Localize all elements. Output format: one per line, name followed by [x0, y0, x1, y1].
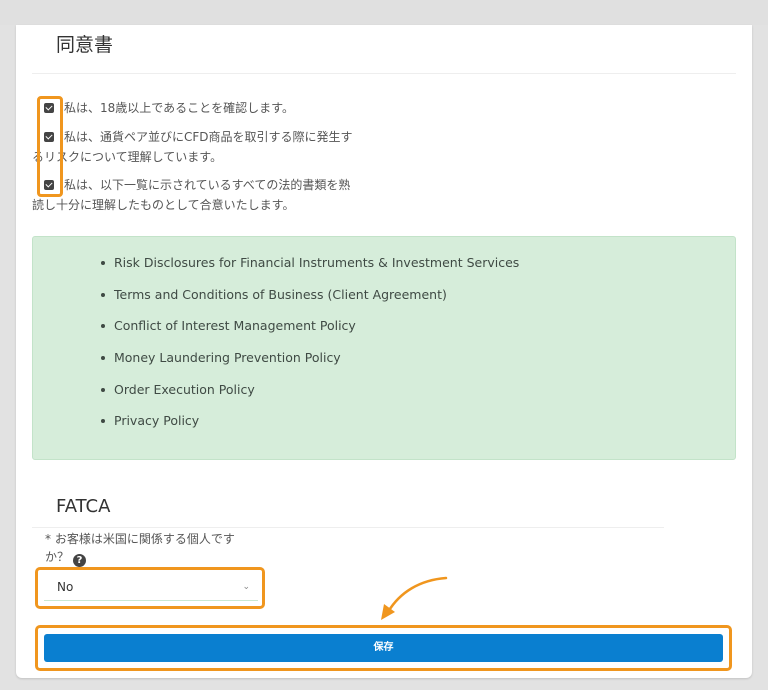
consent-check-age[interactable]: 私は、18歳以上であることを確認します。	[44, 98, 384, 118]
list-item: Money Laundering Prevention Policy	[101, 348, 519, 380]
consent-check-risk[interactable]: 私は、通貨ペア並びにCFD商品を取引する際に発生す るリスクについて理解していま…	[32, 127, 384, 167]
list-item: Conflict of Interest Management Policy	[101, 316, 519, 348]
consent-check-label: 私は、通貨ペア並びにCFD商品を取引する際に発生す	[64, 130, 353, 144]
fatca-question-line: * お客様は米国に関係する個人です	[45, 532, 235, 546]
list-item: Order Execution Policy	[101, 380, 519, 412]
fatca-question: * お客様は米国に関係する個人です か？?	[45, 530, 265, 567]
divider	[32, 73, 736, 74]
consent-check-label-cont: 読し十分に理解したものとして合意いたします。	[32, 198, 295, 212]
checkbox-highlight	[37, 96, 63, 197]
consent-check-label: 私は、18歳以上であることを確認します。	[64, 101, 294, 115]
list-item: Risk Disclosures for Financial Instrumen…	[101, 253, 519, 285]
legal-documents-box: Risk Disclosures for Financial Instrumen…	[32, 236, 736, 460]
arrow-icon	[381, 576, 448, 620]
consent-title: 同意書	[56, 34, 114, 56]
help-icon[interactable]: ?	[73, 554, 87, 567]
consent-check-label-cont: るリスクについて理解しています。	[32, 150, 223, 164]
list-item: Privacy Policy	[101, 411, 519, 443]
list-item: Terms and Conditions of Business (Client…	[101, 285, 519, 317]
divider	[32, 527, 664, 528]
save-highlight	[35, 625, 732, 671]
fatca-question-end: か？	[45, 550, 70, 564]
legal-documents-list: Risk Disclosures for Financial Instrumen…	[101, 253, 519, 443]
fatca-title: FATCA	[56, 496, 111, 517]
consent-check-legal[interactable]: 私は、以下一覧に示されているすべての法的書類を熟 読し十分に理解したものとして合…	[32, 175, 384, 215]
consent-check-label: 私は、以下一覧に示されているすべての法的書類を熟	[64, 178, 351, 192]
fatca-question-line: か？?	[45, 548, 265, 567]
top-bar	[0, 0, 768, 25]
select-highlight	[35, 567, 265, 609]
